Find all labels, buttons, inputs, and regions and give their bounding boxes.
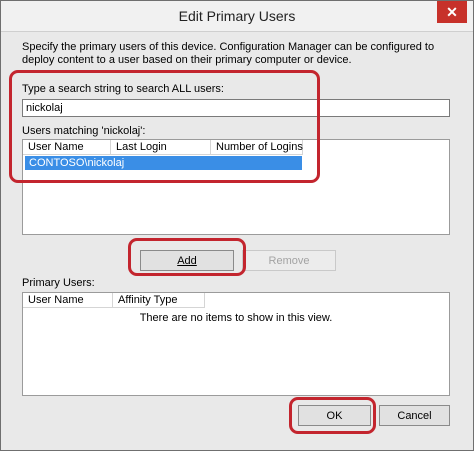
empty-list-message: There are no items to show in this view. [139,312,333,324]
close-icon: ✕ [446,3,458,20]
search-input[interactable] [22,99,450,117]
ok-button[interactable]: OK [298,405,371,426]
row-user-name: CONTOSO\nickolaj [29,157,125,169]
table-row[interactable]: CONTOSO\nickolaj [25,156,302,170]
column-user-name[interactable]: User Name [23,293,113,308]
add-button-label: Add [177,254,197,267]
title-bar[interactable]: Edit Primary Users ✕ [1,1,473,32]
add-button[interactable]: Add [140,250,234,271]
matching-users-label: Users matching 'nickolaj': [22,125,146,137]
close-button[interactable]: ✕ [437,1,467,23]
search-label: Type a search string to search ALL users… [22,83,224,95]
edit-primary-users-dialog: Edit Primary Users ✕ Specify the primary… [0,0,474,451]
dialog-description: Specify the primary users of this device… [22,41,435,66]
column-last-login[interactable]: Last Login [111,140,211,155]
primary-users-list[interactable]: User Name Affinity Type There are no ite… [22,292,450,396]
primary-users-label: Primary Users: [22,277,95,289]
cancel-button-label: Cancel [397,409,432,422]
remove-button[interactable]: Remove [242,250,336,271]
matching-users-header: User Name Last Login Number of Logins [23,140,303,155]
ok-button-label: OK [326,409,343,422]
column-number-of-logins[interactable]: Number of Logins [211,140,303,155]
cancel-button[interactable]: Cancel [379,405,450,426]
remove-button-label: Remove [268,254,310,267]
column-affinity-type[interactable]: Affinity Type [113,293,205,308]
primary-users-header: User Name Affinity Type [23,293,205,308]
column-user-name[interactable]: User Name [23,140,111,155]
dialog-title: Edit Primary Users [178,8,296,24]
matching-users-list[interactable]: User Name Last Login Number of Logins CO… [22,139,450,235]
